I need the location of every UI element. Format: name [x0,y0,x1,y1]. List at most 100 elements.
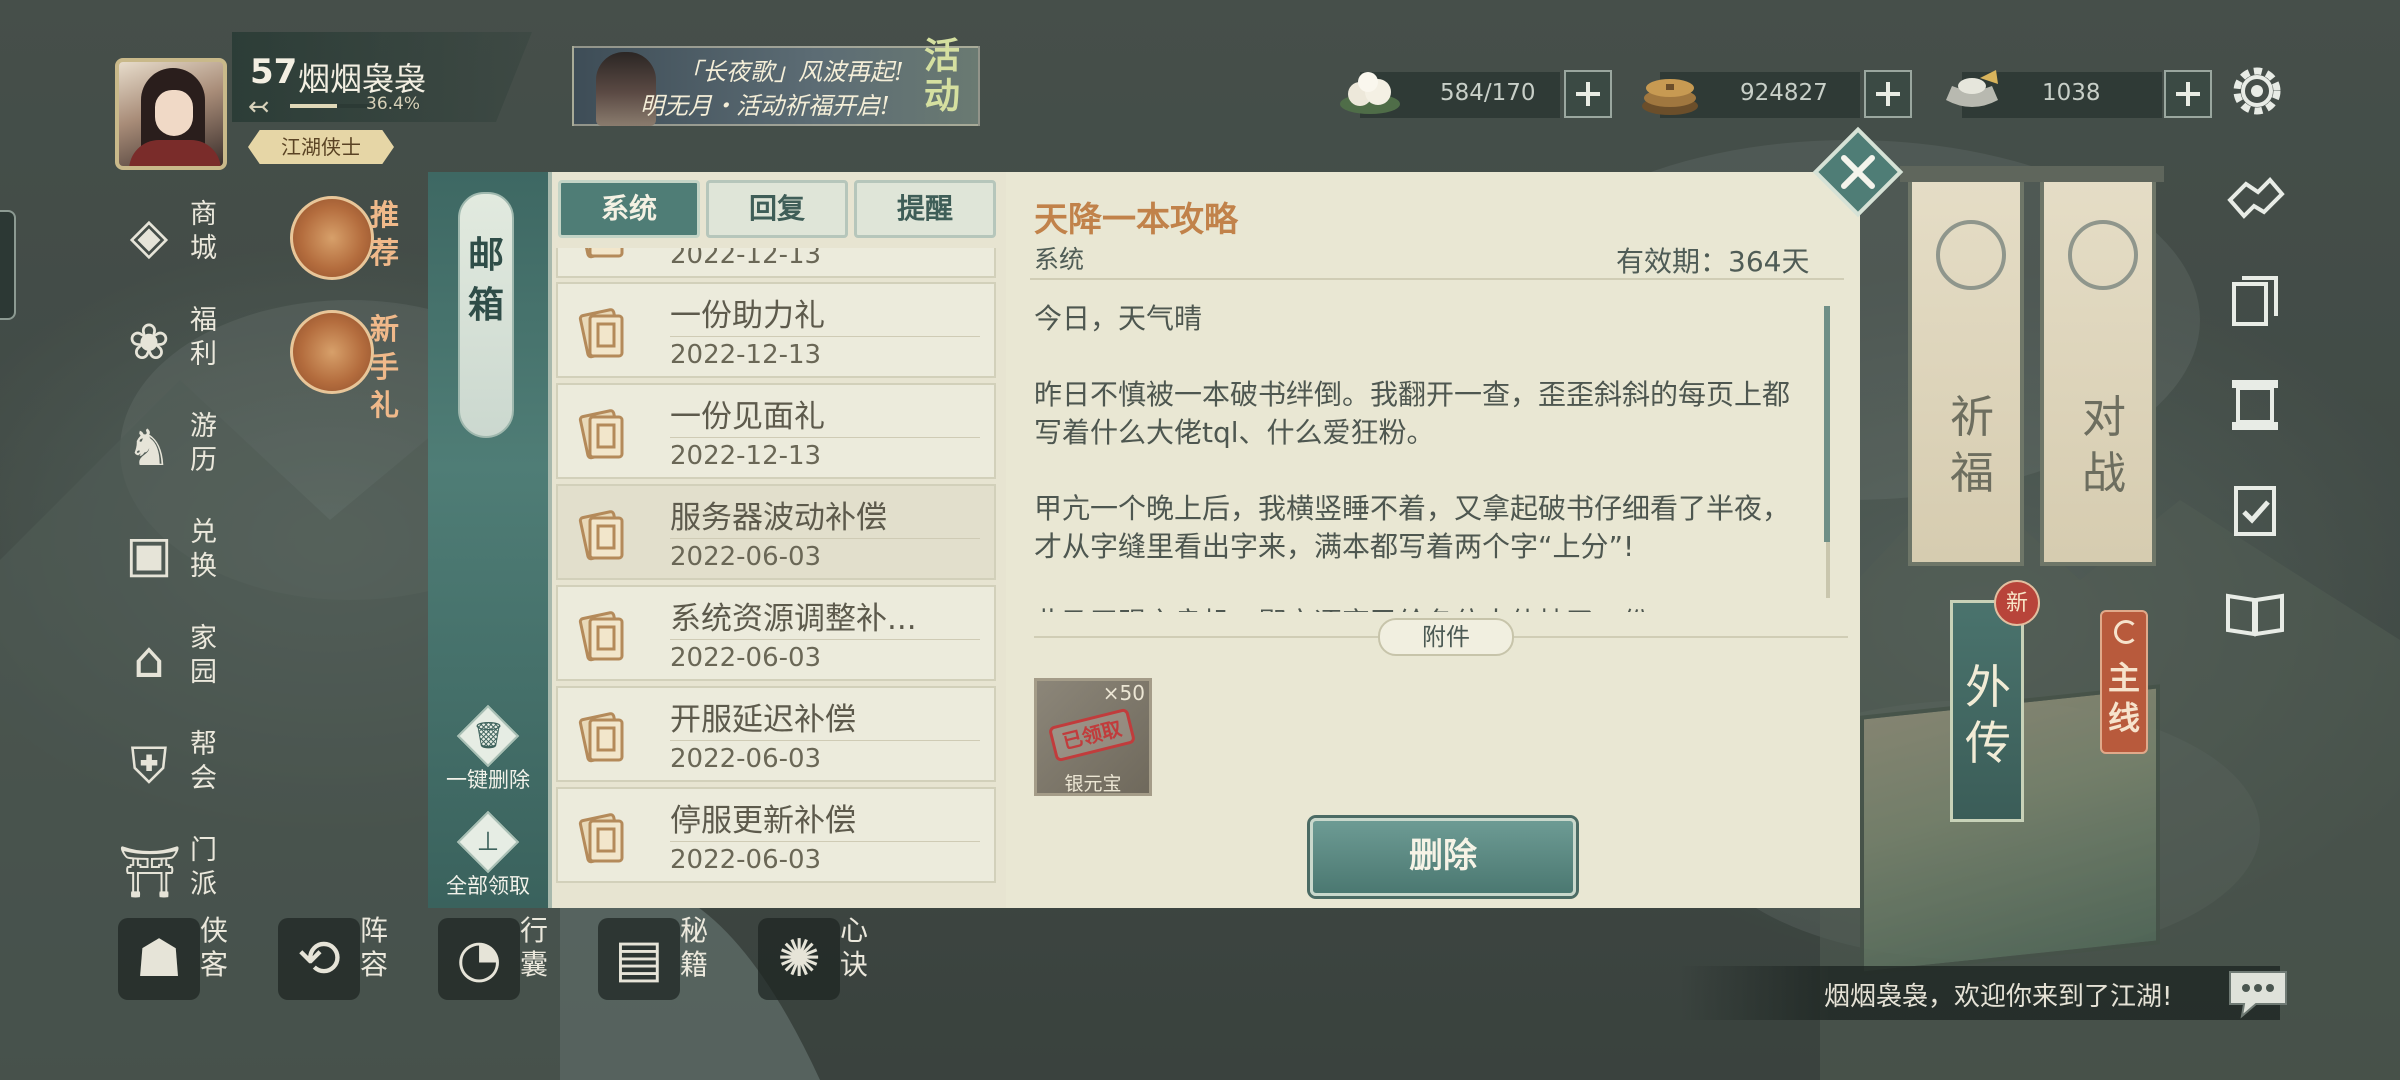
left-menu-item[interactable]: ♞ 游历 [118,410,228,488]
coins-icon [1642,79,1698,115]
left-menu-item[interactable]: ⛩ 门派 [118,834,228,912]
mail-body-scroll-thumb[interactable] [1824,306,1830,542]
list-item[interactable]: 一份助力礼 2022-12-13 [556,282,996,378]
mail-date: 2022-06-03 [670,845,822,875]
mail-list[interactable]: 2022-12-13 一份助力礼 2022-12-13 一份见面礼 2022-12-1… [556,248,1000,906]
left-menu-item[interactable]: ◈ 商城 [118,198,228,276]
left-menu-item[interactable]: ⌂ 家园 [118,622,228,700]
scroll-label: 对战 [2082,392,2126,499]
mail-name: 系统资源调整补... [670,601,917,637]
card-stack-icon[interactable] [2224,270,2286,332]
bottom-menu-item[interactable]: ✺ 心诀 [758,914,908,1006]
add-silver-button[interactable] [2164,70,2212,118]
left-menu-label: 兑换 [190,517,217,582]
mail-date: 2022-06-03 [670,643,822,673]
horse-icon: ♞ [126,419,172,477]
pray-scroll[interactable]: 祈福 [1900,166,2032,566]
list-item[interactable]: 一份见面礼 2022-12-13 [556,383,996,479]
hero-icon: ☗ [118,918,200,1000]
claim-icon: ⊥ [476,827,500,857]
attachment-quantity: ×50 [1102,681,1145,705]
list-item[interactable]: 2022-12-13 [556,248,996,278]
promo-label: 新手礼 [370,312,400,422]
player-title-badge: 江湖侠士 [248,130,394,164]
list-item[interactable]: 服务器波动补偿 2022-06-03 [556,484,996,580]
mail-validity: 有效期：364天 [1616,245,1810,278]
attachment-name: 银元宝 [1064,773,1122,795]
list-item[interactable]: 开服延迟补偿 2022-06-03 [556,686,996,782]
scroll-icon[interactable] [2224,374,2286,436]
promo-recommend[interactable]: 推荐 [290,196,406,296]
currency-value: 1038 [2042,80,2101,106]
lotus-icon [290,196,374,280]
banner-line-1: 「长夜歌」风波再起! [678,58,904,86]
mailbox-sidebar: 邮箱 🗑 一键删除 ⊥ 全部领取 [428,172,548,908]
activity-tag[interactable]: 活动 [924,36,980,116]
trash-icon: 🗑 [472,721,506,751]
list-item[interactable]: 停服更新补偿 2022-06-03 [556,787,996,883]
bottom-menu-label: 侠客 [200,914,229,981]
mail-body[interactable]: 今日，天气晴 昨日不慎被一本破书绊倒。我翻开一查，歪歪斜斜的每页上都写着什么大佬… [1034,300,1806,612]
battle-scroll[interactable]: 对战 [2032,166,2164,566]
mail-sender: 系统 [1034,245,1085,274]
mail-envelope-icon [578,813,624,864]
promo-label: 推荐 [370,198,400,270]
currency-value: 584/170 [1440,80,1536,106]
crossed-swords-icon [2068,220,2138,290]
mail-date: 2022-12-13 [670,340,822,370]
batch-delete-label: 一键删除 [446,768,530,792]
exchange-icon: ▣ [125,525,173,583]
chat-bubble-icon[interactable] [2226,968,2290,1020]
mailbox-title: 邮箱 [468,234,505,326]
mailbox-title-tab: 邮箱 [458,192,514,438]
left-menu-item[interactable]: ⛨ 帮会 [118,728,228,806]
checklist-icon[interactable] [2224,478,2286,540]
close-icon[interactable] [1812,126,1904,218]
left-menu-item[interactable]: ▣ 兑换 [118,516,228,594]
scroll-label: 祈福 [1950,392,1994,499]
pray-emblem-icon [1936,220,2006,290]
refresh-icon [2114,620,2138,644]
steamed-bun-icon [1340,72,1400,114]
bottom-menu-item[interactable]: ◔ 行囊 [438,914,588,1006]
add-coins-button[interactable] [1864,70,1912,118]
left-menu-label: 游历 [190,411,217,476]
mail-name: 服务器波动补偿 [670,500,887,536]
currency-coins: 924827 [1642,72,1860,118]
tab-system[interactable]: 系统 [558,180,700,238]
claim-all-label: 全部领取 [446,874,530,898]
bottom-menu-item[interactable]: ☗ 侠客 [118,914,268,1006]
bottom-menu-item[interactable]: ▤ 秘籍 [598,914,748,1006]
mail-name: 一份见面礼 [670,399,825,435]
flame-icon: ✺ [758,918,840,1000]
delete-button[interactable]: 删除 [1310,818,1576,896]
claim-all-button[interactable]: ⊥ 全部领取 [434,810,542,910]
gear-icon[interactable] [2228,62,2286,120]
bottom-menu-item[interactable]: ⟲ 阵容 [278,914,428,1006]
snowflake-icon [290,310,374,394]
open-book-icon[interactable] [2224,582,2286,644]
side-story-button[interactable]: 外传 [1950,600,2024,822]
handshake-icon[interactable] [2224,166,2286,228]
player-avatar[interactable] [115,58,227,170]
promo-newbie-gift[interactable]: 新手礼 [290,310,406,422]
mail-title: 天降一本攻略 [1034,200,1238,240]
main-story-button[interactable]: 主线 [2100,610,2148,754]
left-menu-label: 帮会 [190,729,217,794]
tab-reply[interactable]: 回复 [706,180,848,238]
add-stamina-button[interactable] [1564,70,1612,118]
sect-icon: ⛩ [118,843,182,901]
attachment-label: 附件 [1378,618,1514,656]
attachment-item[interactable]: ×50 已领取 银元宝 [1034,678,1152,796]
list-item[interactable]: 系统资源调整补... 2022-06-03 [556,585,996,681]
mail-envelope-icon [578,248,624,259]
event-banner[interactable]: 「长夜歌」风波再起! 明无月・活动祈福开启! [572,46,980,126]
left-drawer-tab[interactable] [0,210,16,320]
mail-envelope-icon [578,308,624,359]
tab-reminder[interactable]: 提醒 [854,180,996,238]
mail-date: 2022-12-13 [670,248,822,270]
player-level: 57 [250,52,298,92]
left-menu-item[interactable]: ❀ 福利 [118,304,228,382]
formation-icon: ⟲ [278,918,360,1000]
batch-delete-button[interactable]: 🗑 一键删除 [434,704,542,804]
